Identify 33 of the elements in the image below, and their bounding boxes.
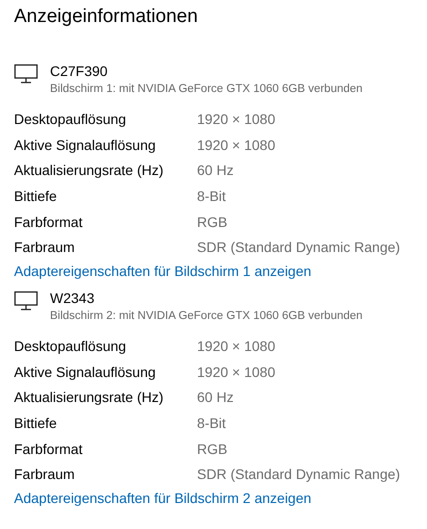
property-value: 1920 × 1080	[197, 136, 276, 153]
property-label: Aktualisierungsrate (Hz)	[14, 389, 164, 406]
property-label: Farbraum	[14, 466, 76, 482]
property-label: Aktualisierungsrate (Hz)	[14, 162, 164, 178]
display-connection: Bildschirm 2: mit NVIDIA GeForce GTX 1060 6GB verbunden	[50, 309, 363, 324]
display-name: C27F390	[50, 62, 109, 81]
page-title: Anzeigeinformationen	[14, 5, 199, 29]
property-value: SDR (Standard Dynamic Range)	[197, 239, 400, 256]
property-value: RGB	[197, 440, 228, 457]
property-value: 60 Hz	[197, 389, 234, 406]
property-label: Aktive Signalauflösung	[14, 364, 157, 380]
property-value: RGB	[197, 214, 228, 230]
property-label: Desktopauflösung	[14, 338, 128, 354]
property-value: 1920 × 1080	[197, 364, 276, 380]
property-label: Desktopauflösung	[14, 110, 128, 127]
property-label: Bittiefe	[14, 188, 58, 204]
property-label: Aktive Signalauflösung	[14, 136, 157, 153]
adapter-properties-link[interactable]: Adaptereigenschaften für Bildschirm 1 anzeigen	[14, 260, 312, 282]
adapter-properties-link[interactable]: Adaptereigenschaften für Bildschirm 2 anzeigen	[14, 487, 312, 510]
display-name: W2343	[50, 289, 96, 308]
property-value: 1920 × 1080	[197, 338, 276, 354]
property-value: 8-Bit	[197, 415, 226, 432]
property-label: Bittiefe	[14, 415, 58, 432]
property-label: Farbformat	[14, 214, 84, 230]
monitor-icon	[14, 64, 38, 84]
property-label: Farbformat	[14, 440, 84, 457]
display-connection: Bildschirm 1: mit NVIDIA GeForce GTX 1060 6GB verbunden	[50, 82, 363, 97]
property-label: Farbraum	[14, 239, 76, 256]
property-value: 1920 × 1080	[197, 110, 276, 127]
monitor-icon	[14, 291, 38, 312]
property-value: 60 Hz	[197, 162, 234, 178]
property-value: 8-Bit	[197, 188, 226, 204]
property-value: SDR (Standard Dynamic Range)	[197, 466, 400, 482]
